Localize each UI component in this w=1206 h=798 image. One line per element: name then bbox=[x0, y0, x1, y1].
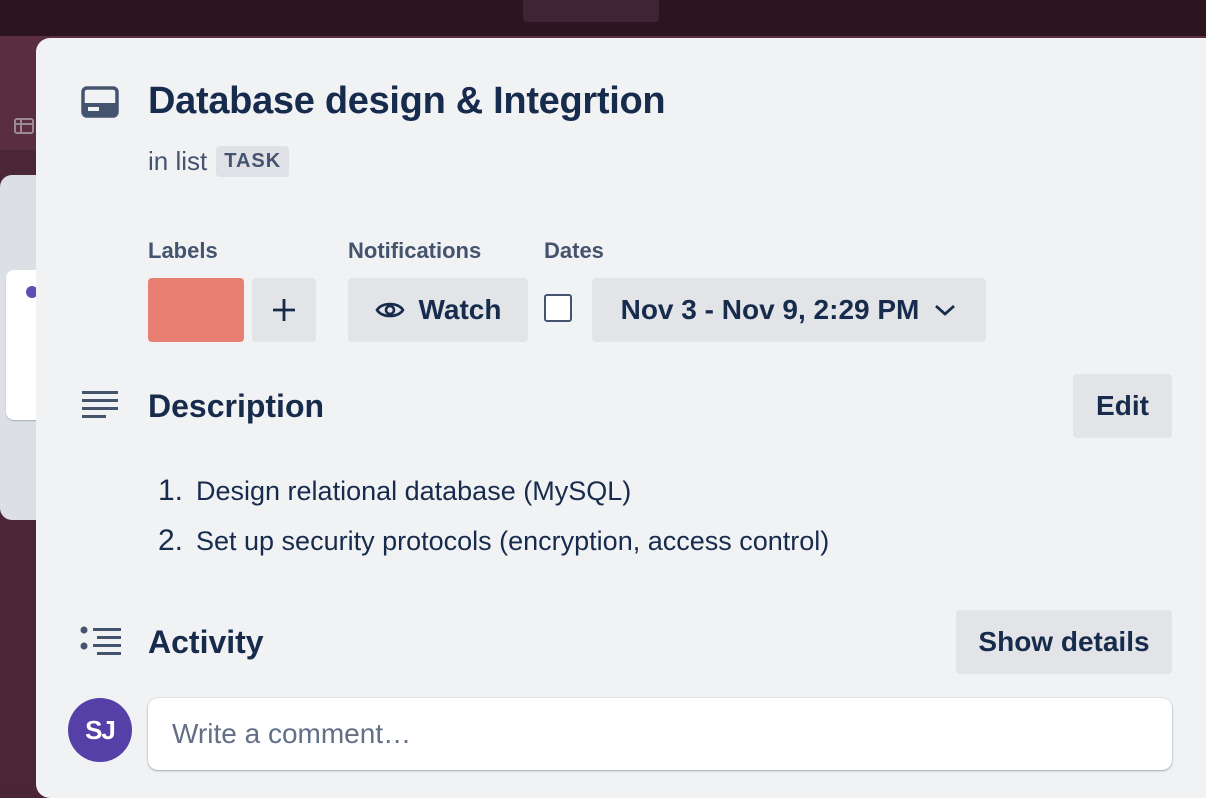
edit-description-button[interactable]: Edit bbox=[1073, 374, 1172, 438]
activity-heading: Activity bbox=[148, 624, 264, 660]
activity-list-icon bbox=[80, 626, 122, 658]
avatar[interactable]: SJ bbox=[68, 698, 132, 762]
description-item: 1. Design relational database (MySQL) bbox=[158, 466, 829, 516]
plus-icon bbox=[271, 297, 297, 323]
show-details-button[interactable]: Show details bbox=[956, 610, 1172, 674]
card-icon bbox=[81, 86, 119, 118]
date-complete-checkbox[interactable] bbox=[544, 294, 572, 322]
top-bar-button[interactable] bbox=[523, 0, 659, 22]
board-top-bar bbox=[0, 0, 1206, 36]
description-item-text: Design relational database (MySQL) bbox=[196, 475, 632, 506]
label-chip[interactable] bbox=[148, 278, 244, 342]
dates-heading: Dates bbox=[544, 238, 604, 263]
description-lines-icon bbox=[81, 390, 119, 420]
watch-button[interactable]: Watch bbox=[348, 278, 528, 342]
card-list-info: in list TASK bbox=[148, 146, 290, 177]
description-item: 2. Set up security protocols (encryption… bbox=[158, 516, 829, 566]
labels-heading: Labels bbox=[148, 238, 218, 263]
table-view-icon[interactable] bbox=[14, 116, 34, 136]
add-label-button[interactable] bbox=[252, 278, 316, 342]
date-range-text: Nov 3 - Nov 9, 2:29 PM bbox=[620, 294, 920, 325]
list-name-badge[interactable]: TASK bbox=[216, 146, 290, 177]
description-item-text: Set up security protocols (encryption, a… bbox=[196, 525, 830, 556]
due-date-button[interactable]: Nov 3 - Nov 9, 2:29 PM bbox=[592, 278, 986, 342]
eye-icon bbox=[374, 299, 405, 321]
watch-label: Watch bbox=[418, 294, 502, 325]
in-list-prefix: in list bbox=[148, 146, 208, 176]
comment-input[interactable]: Write a comment… bbox=[148, 698, 1172, 770]
description-item-number: 2. bbox=[158, 524, 184, 557]
card-title[interactable]: Database design & Integrtion bbox=[148, 80, 666, 123]
card-detail-modal: Database design & Integrtion in list TAS… bbox=[36, 38, 1206, 798]
description-heading: Description bbox=[148, 388, 325, 424]
description-item-number: 1. bbox=[158, 474, 184, 507]
chevron-down-icon bbox=[933, 302, 957, 318]
notifications-heading: Notifications bbox=[348, 238, 482, 263]
description-list[interactable]: 1. Design relational database (MySQL) 2.… bbox=[158, 466, 829, 566]
